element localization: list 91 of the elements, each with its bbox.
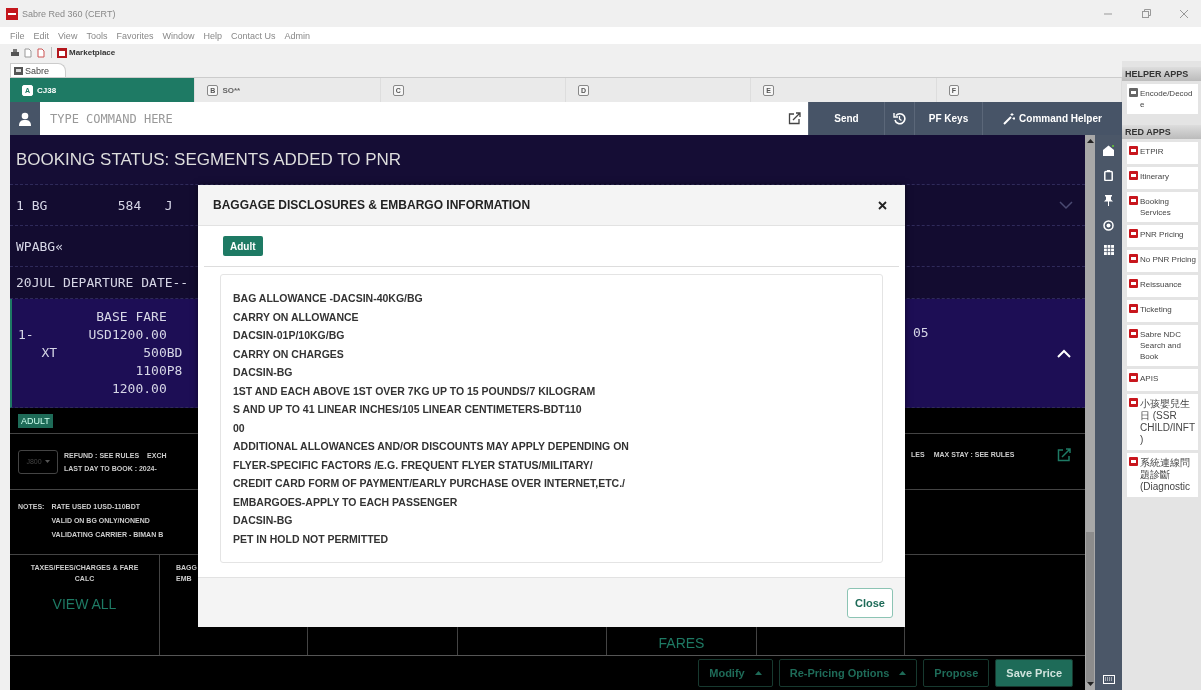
caret-up-icon[interactable] xyxy=(1057,349,1071,358)
app-item[interactable]: APIS xyxy=(1127,369,1198,391)
app-icon xyxy=(1129,88,1138,97)
response-line: WPABG« xyxy=(16,238,63,254)
history-icon xyxy=(893,112,906,125)
pin-icon[interactable] xyxy=(1104,195,1113,206)
keyboard-icon[interactable] xyxy=(1102,675,1115,684)
grid-icon[interactable] xyxy=(1103,245,1114,255)
app-icon xyxy=(1129,279,1138,288)
app-item[interactable]: Reissuance xyxy=(1127,275,1198,297)
panel-heading: HELPER APPS xyxy=(1122,67,1201,81)
response-line: 1 BG 584 J xyxy=(16,197,173,213)
app-item[interactable]: 系統連線問題診斷 (Diagnostic xyxy=(1127,453,1198,497)
app-icon xyxy=(1129,229,1138,238)
app-icon xyxy=(1129,196,1138,205)
disclosure-line: ADDITIONAL ALLOWANCES AND/OR DISCOUNTS MAY APPLY DEPENDING ON xyxy=(233,439,630,454)
disclosure-line: PET IN HOLD NOT PERMITTED xyxy=(233,531,390,547)
scrollbar-thumb[interactable] xyxy=(1086,532,1094,682)
response-line: 20JUL DEPARTURE DATE-- xyxy=(16,275,189,290)
app-icon xyxy=(1129,304,1138,313)
app-item[interactable]: PNR Pricing xyxy=(1127,225,1198,247)
menu-item[interactable]: Admin xyxy=(284,30,310,41)
disclosure-line: 1ST AND EACH ABOVE 1ST OVER 7KG UP TO 15 POUNDS/7 KILOGRAM xyxy=(233,383,597,399)
sabre-tab-icon xyxy=(14,66,23,75)
disclosure-line: FLYER-SPECIFIC FACTORS /E.G. FREQUENT FLYER STATUS/MILITARY/ xyxy=(233,457,594,473)
disclosure-line: CARRY ON CHARGES xyxy=(233,346,345,362)
marketplace-icon xyxy=(57,47,67,58)
app-icon xyxy=(1129,373,1138,382)
marketplace-button[interactable]: Marketplace xyxy=(57,47,116,58)
menu-item[interactable]: View xyxy=(58,30,78,41)
caret-up-icon xyxy=(899,671,907,675)
command-field[interactable]: TYPE COMMAND HERE xyxy=(40,102,780,135)
menu-item[interactable]: Favorites xyxy=(116,30,154,41)
app-item[interactable]: Booking Services xyxy=(1127,192,1198,222)
popout-icon xyxy=(787,112,801,125)
app-item[interactable]: Encode/Decode xyxy=(1127,84,1198,114)
menu-item[interactable]: Contact Us xyxy=(230,30,276,41)
disclosure-line: CARRY ON ALLOWANCE xyxy=(233,309,360,325)
panel-heading: RED APPS xyxy=(1122,125,1201,139)
wand-icon xyxy=(1003,112,1016,125)
document-icon[interactable] xyxy=(36,47,46,58)
disclosure-line: S AND UP TO 41 LINEAR INCHES/105 LINEAR CENTIMETERS-BDT110 xyxy=(233,402,583,417)
caret-down-icon xyxy=(44,460,50,463)
dialog-title: BAGGAGE DISCLOSURES & EMBARGO INFORMATION xyxy=(213,198,531,212)
fares-link[interactable]: FARES xyxy=(658,635,705,651)
passenger-type-badge: ADULT xyxy=(18,413,53,428)
target-icon[interactable] xyxy=(1103,220,1114,231)
disclosure-line: DACSIN-BG xyxy=(233,513,294,528)
menu-item[interactable]: Edit xyxy=(33,30,50,41)
app-item[interactable]: Itinerary xyxy=(1127,167,1198,189)
window-title: Sabre Red 360 (CERT) xyxy=(22,8,116,19)
app-item[interactable]: Ticketing xyxy=(1127,300,1198,322)
person-icon xyxy=(19,111,31,126)
menu-item[interactable]: File xyxy=(10,30,25,41)
app-item[interactable]: No PNR Pricing xyxy=(1127,250,1198,272)
scrollbar[interactable] xyxy=(1085,135,1095,690)
close-icon[interactable] xyxy=(878,200,887,210)
response-line: 05 xyxy=(913,325,929,340)
disclosure-line: BAG ALLOWANCE -DACSIN-40KG/BG xyxy=(233,291,424,306)
app-item[interactable]: Sabre NDC Search and Book xyxy=(1127,325,1198,366)
scroll-up-icon xyxy=(1086,139,1094,143)
disclosure-line: CREDIT CARD FORM OF PAYMENT/EARLY PURCHASE OVER INTERNET,ETC./ xyxy=(233,476,627,491)
printer-icon[interactable] xyxy=(10,47,20,58)
menu-item[interactable]: Window xyxy=(162,30,195,41)
menu-item[interactable]: Help xyxy=(203,30,222,41)
external-link-icon[interactable] xyxy=(1057,447,1071,462)
app-icon xyxy=(1129,254,1138,263)
disclosure-line: EMBARGOES-APPLY TO EACH PASSENGER xyxy=(233,494,459,510)
app-item[interactable]: 小孩嬰兒生日 (SSR CHILD/INFT) xyxy=(1127,394,1198,450)
passenger-tab[interactable]: Adult xyxy=(223,236,263,256)
view-all-link[interactable]: VIEW ALL xyxy=(52,596,117,612)
app-icon xyxy=(1129,329,1138,338)
response-heading: BOOKING STATUS: SEGMENTS ADDED TO PNR xyxy=(10,135,1085,185)
popout-button[interactable] xyxy=(780,102,808,135)
fare-quote-text: BASE FARE 1- USD1200.00 XT 500BD 1100P8 1200.00 xyxy=(18,308,183,398)
app-icon xyxy=(1129,146,1138,155)
disclosure-line: 00 xyxy=(233,420,246,436)
close-button[interactable]: Close xyxy=(847,587,893,618)
save-button[interactable]: Save Price xyxy=(995,659,1073,687)
menu-item[interactable]: Tools xyxy=(86,30,108,41)
app-item[interactable]: ETPIR xyxy=(1127,142,1198,164)
app-logo-icon xyxy=(6,7,18,20)
house-icon[interactable] xyxy=(1103,145,1114,156)
app-icon xyxy=(1129,398,1138,407)
clipboard-icon[interactable] xyxy=(1104,170,1113,181)
caret-up-icon xyxy=(754,671,762,675)
disclosure-line: DACSIN-BG xyxy=(233,365,294,380)
app-icon xyxy=(1129,457,1138,466)
workspace-tab[interactable]: Sabre xyxy=(10,63,67,77)
disclosure-line: DACSIN-01P/10KG/BG xyxy=(233,328,346,343)
app-icon xyxy=(1129,171,1138,180)
